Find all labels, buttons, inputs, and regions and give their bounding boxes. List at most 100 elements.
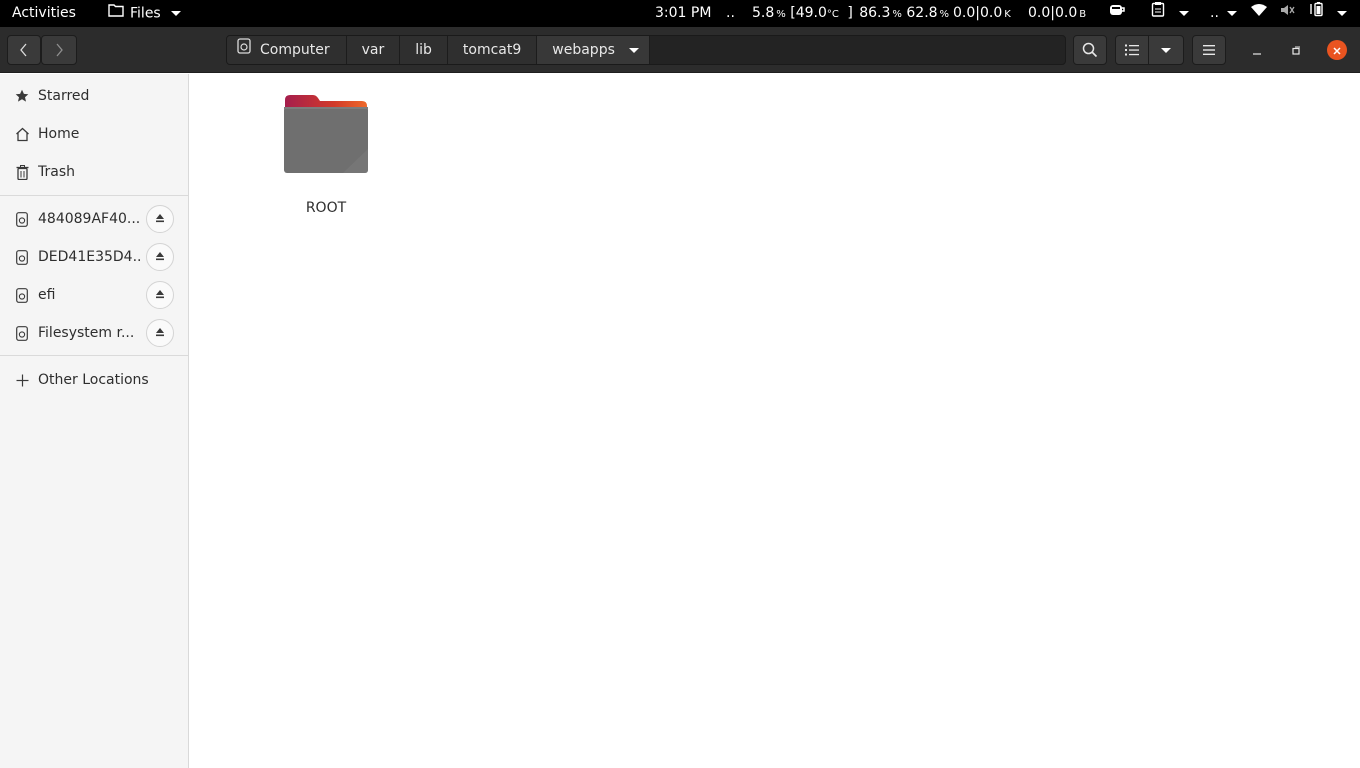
restore-icon [1291, 41, 1301, 60]
list-view-icon [1125, 44, 1139, 56]
close-icon [1332, 41, 1342, 60]
sidebar-item-trash[interactable]: Trash [0, 153, 188, 191]
sidebar-item-label: DED41E35D4... [38, 249, 142, 265]
sidebar-item-drive-484089af40[interactable]: 484089AF40... [0, 200, 188, 238]
indicator-dots[interactable]: .. [726, 0, 735, 27]
eject-button[interactable] [146, 205, 174, 233]
eject-button[interactable] [146, 319, 174, 347]
volume-icon [1280, 0, 1296, 27]
sidebar-separator [0, 355, 188, 356]
chevron-right-icon [54, 42, 64, 58]
swap-usage: 62.8 [906, 5, 938, 21]
eject-button[interactable] [146, 243, 174, 271]
eject-icon [155, 249, 165, 265]
activities-button[interactable]: Activities [12, 0, 76, 27]
sidebar-item-label: Other Locations [38, 372, 149, 388]
drive-icon [14, 211, 30, 227]
network-speed[interactable]: 0.0|0.0 K [953, 0, 1011, 27]
chevron-down-icon [1179, 11, 1190, 16]
memory-usage: 86.3 [859, 5, 891, 21]
star-icon [14, 88, 30, 104]
app-menu-label: Files [130, 5, 161, 22]
cpu-temperature: [49.0 [790, 5, 827, 21]
search-icon [1082, 42, 1098, 58]
close-button[interactable] [1327, 40, 1347, 60]
cpu-unit: % [776, 9, 786, 20]
breadcrumb-tomcat9[interactable]: tomcat9 [447, 36, 538, 64]
sidebar-item-label: Home [38, 126, 80, 142]
plus-icon [14, 372, 30, 388]
clipboard-icon [1151, 0, 1165, 27]
caffeine-indicator[interactable] [1109, 0, 1126, 27]
breadcrumb-label: webapps [552, 42, 615, 58]
sidebar-item-drive-efi[interactable]: efi [0, 276, 188, 314]
chevron-down-icon [1161, 47, 1171, 53]
temperature-unit: °C [826, 9, 839, 20]
folder-icon [283, 94, 369, 180]
cpu-usage: 5.8 [752, 5, 775, 21]
breadcrumb-computer[interactable]: Computer [227, 36, 347, 64]
clock[interactable]: 3:01 PM [655, 0, 711, 27]
network-speed-value: 0.0|0.0 [953, 5, 1003, 21]
folder-item[interactable]: ROOT [275, 92, 377, 216]
system-status-menu[interactable] [1250, 0, 1348, 27]
folder-name: ROOT [305, 200, 347, 216]
indicator-dots-2: .. [1210, 5, 1219, 21]
sidebar-item-label: Starred [38, 88, 90, 104]
sidebar-item-label: Trash [38, 164, 75, 180]
trash-icon [14, 164, 30, 180]
view-options-button[interactable] [1148, 35, 1184, 65]
memory-unit: % [892, 9, 902, 20]
eject-icon [155, 325, 165, 341]
list-view-button[interactable] [1115, 35, 1149, 65]
eject-icon [155, 211, 165, 227]
path-bar: Computer var lib tomcat9 webapps [226, 35, 1066, 65]
file-view[interactable]: ROOT [189, 74, 1360, 768]
sidebar-item-label: Filesystem r... [38, 325, 135, 341]
breadcrumb-var[interactable]: var [346, 36, 401, 64]
swap-unit: % [939, 9, 950, 20]
chevron-down-icon [1227, 10, 1238, 16]
breadcrumb-label: Computer [260, 42, 330, 58]
chevron-left-icon [19, 42, 29, 58]
sidebar-item-starred[interactable]: Starred [0, 77, 188, 115]
back-button[interactable] [7, 35, 41, 65]
hamburger-menu-icon [1202, 44, 1216, 56]
clipboard-indicator[interactable] [1151, 0, 1190, 27]
drive-icon [14, 287, 30, 303]
sidebar-separator [0, 195, 188, 196]
extra-indicator[interactable]: .. [1210, 0, 1238, 27]
forward-button[interactable] [41, 35, 77, 65]
maximize-button[interactable] [1287, 41, 1305, 59]
temperature-bracket: ] [847, 5, 853, 21]
wifi-icon [1250, 0, 1268, 27]
coffee-cup-icon [1109, 0, 1126, 27]
disk-speed-unit: B [1079, 9, 1087, 20]
breadcrumb-lib[interactable]: lib [400, 36, 448, 64]
disk-speed[interactable]: 0.0|0.0 B [1028, 0, 1086, 27]
system-monitor-indicator[interactable]: 5.8% [49.0°C ] 86.3% 62.8% [752, 0, 949, 27]
minimize-icon [1252, 41, 1262, 60]
sidebar-item-label: efi [38, 287, 56, 303]
chevron-down-icon [1337, 11, 1348, 16]
eject-icon [155, 287, 165, 303]
sidebar-item-drive-ded41e35d4[interactable]: DED41E35D4... [0, 238, 188, 276]
home-icon [14, 126, 30, 142]
sidebar: Starred Home Trash 484089AF40... DED41E3… [0, 74, 189, 768]
main-menu-button[interactable] [1192, 35, 1226, 65]
sidebar-item-home[interactable]: Home [0, 115, 188, 153]
sidebar-item-other-locations[interactable]: Other Locations [0, 361, 188, 399]
chevron-down-icon [171, 11, 182, 16]
search-button[interactable] [1073, 35, 1107, 65]
sidebar-item-drive-filesystem-root[interactable]: Filesystem r... [0, 314, 188, 352]
sidebar-item-label: 484089AF40... [38, 211, 141, 227]
drive-icon [14, 325, 30, 341]
breadcrumb-webapps[interactable]: webapps [537, 36, 650, 64]
files-app-icon [108, 0, 124, 27]
eject-button[interactable] [146, 281, 174, 309]
chevron-down-icon [628, 47, 639, 53]
disk-speed-value: 0.0|0.0 [1028, 5, 1078, 21]
battery-icon [1309, 0, 1327, 27]
minimize-button[interactable] [1248, 41, 1266, 59]
app-menu[interactable]: Files [108, 0, 182, 27]
